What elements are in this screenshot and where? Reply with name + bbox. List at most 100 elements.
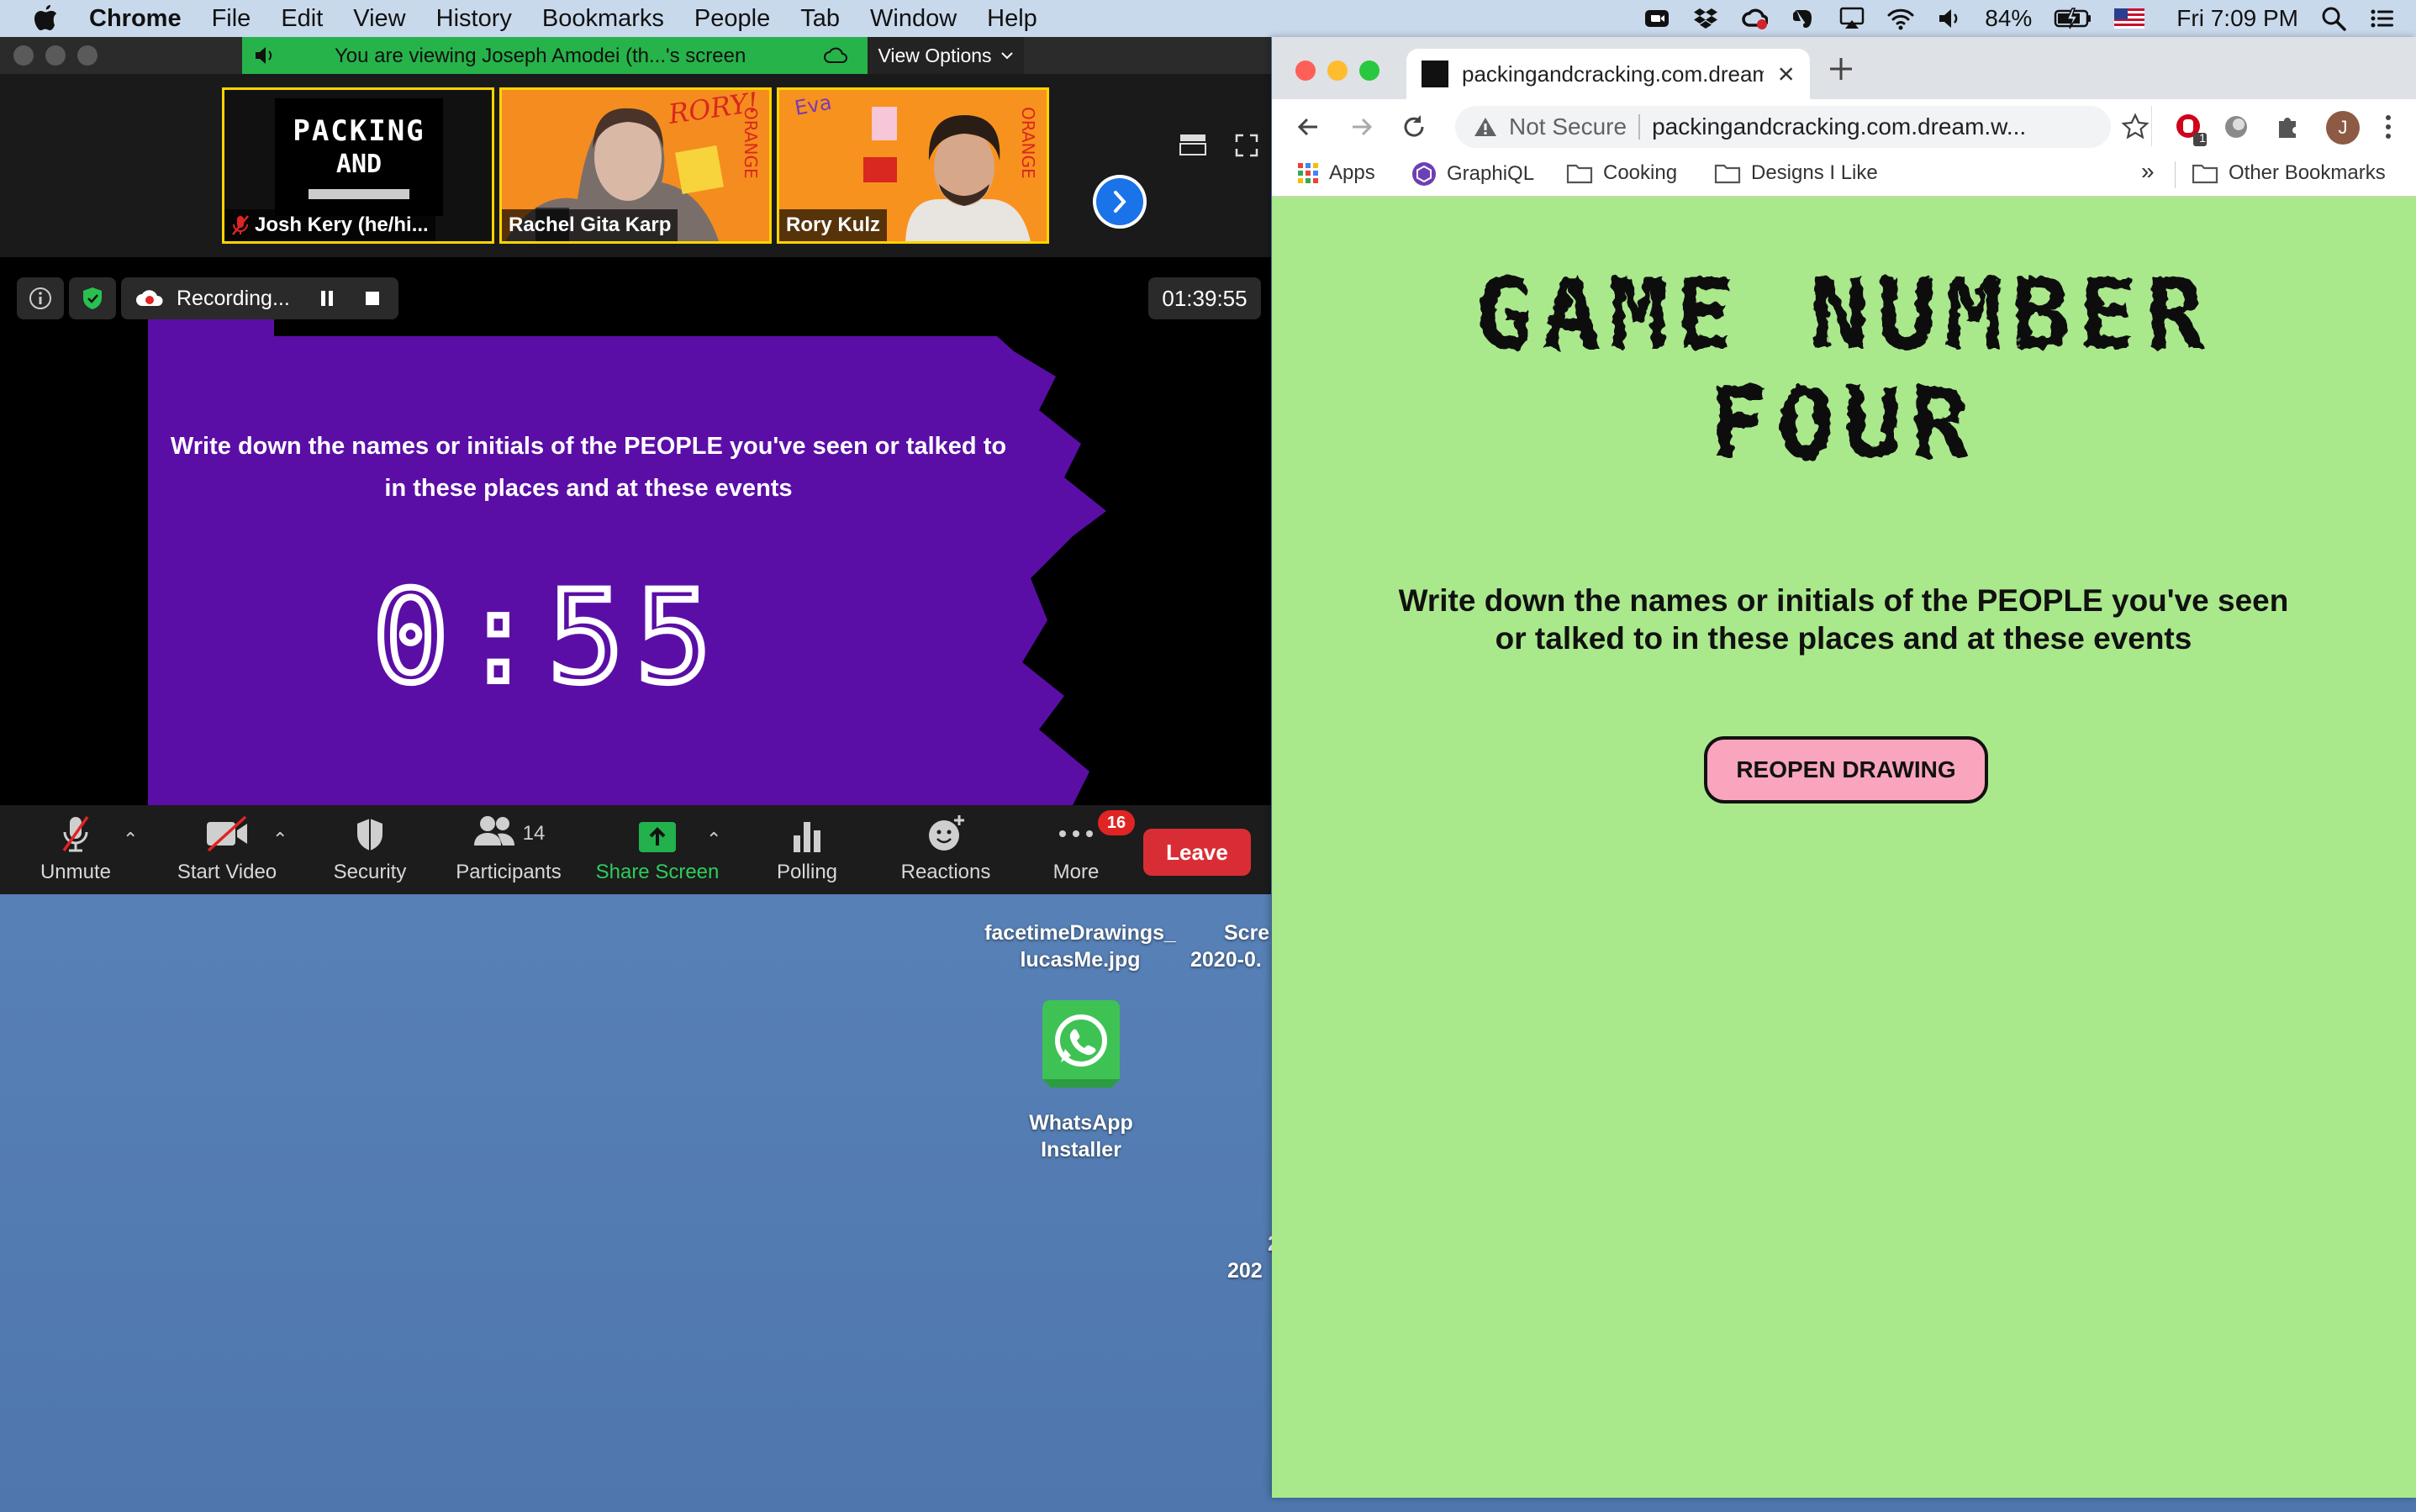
packing-and-cracking-logo: PACKING AND [275, 98, 443, 216]
address-bar[interactable]: Not Secure packingandcracking.com.dream.… [1455, 106, 2111, 148]
warning-triangle-icon [1474, 118, 1496, 136]
stop-recording-icon[interactable] [364, 290, 381, 307]
us-flag-icon[interactable] [2114, 8, 2145, 29]
pause-recording-icon[interactable] [319, 289, 335, 308]
menu-window[interactable]: Window [870, 5, 957, 33]
apple-menu-icon[interactable] [34, 3, 59, 34]
speaker-icon [256, 47, 272, 64]
tab-title: packingandcracking.com.dream [1462, 61, 1764, 87]
desktop-file-partial[interactable]: 2 202 [1227, 1230, 1279, 1284]
recording-controls: Recording... [17, 277, 398, 319]
apps-grid-icon [1298, 163, 1318, 183]
audio-options-chevron-icon[interactable]: ⌃ [123, 829, 138, 851]
menu-history[interactable]: History [436, 5, 512, 33]
menu-edit[interactable]: Edit [281, 5, 323, 33]
desktop-file-screenshot[interactable]: Scre 2020-0. [1187, 919, 1271, 973]
close-tab-icon[interactable] [1777, 65, 1795, 83]
dropbox-icon[interactable] [1692, 5, 1719, 32]
browser-tab-active[interactable]: packingandcracking.com.dream [1406, 49, 1810, 99]
encryption-shield-button[interactable] [69, 277, 116, 319]
cloud-recording-icon [824, 47, 847, 63]
bookmark-folder-cooking[interactable]: Cooking [1566, 161, 1677, 185]
menu-people[interactable]: People [694, 5, 770, 33]
creative-cloud-icon[interactable] [1741, 5, 1769, 32]
chrome-tab-strip: packingandcracking.com.dream [1272, 37, 2416, 99]
video-options-chevron-icon[interactable]: ⌃ [272, 829, 287, 851]
reload-icon[interactable] [1400, 113, 1428, 141]
polling-label: Polling [776, 861, 838, 883]
next-participants-button[interactable] [1093, 175, 1147, 229]
fullscreen-icon[interactable] [1234, 133, 1259, 158]
desktop-file-label-line1: WhatsApp [1029, 1111, 1133, 1135]
game-title-heading: GAME NUMBER FOUR [1474, 258, 2204, 474]
desktop-file-label-line1: 2 [1227, 1230, 1279, 1257]
forward-arrow-icon[interactable] [1348, 113, 1376, 141]
desktop-file-whatsapp-installer[interactable]: WhatsApp Installer [997, 1109, 1165, 1163]
polling-chart-icon [794, 822, 820, 852]
zoom-status-icon[interactable] [1643, 5, 1670, 32]
window-close-button[interactable] [13, 45, 34, 66]
participant-video-rory[interactable]: Eva ORANGE Rory Kulz [777, 87, 1049, 244]
security-label: Security [333, 861, 407, 883]
menu-app-chrome[interactable]: Chrome [89, 5, 182, 33]
bookmark-apps[interactable]: Apps [1297, 161, 1375, 185]
leave-meeting-button[interactable]: Leave [1143, 829, 1251, 876]
clock[interactable]: Fri 7:09 PM [2176, 5, 2298, 32]
menu-file[interactable]: File [212, 5, 251, 33]
profile-avatar[interactable]: J [2326, 111, 2360, 145]
window-minimize-button[interactable] [45, 45, 66, 66]
not-secure-label: Not Secure [1509, 113, 1627, 140]
security-button[interactable]: Security [319, 805, 420, 894]
chrome-menu-kebab-icon[interactable] [2382, 113, 2395, 141]
meeting-info-button[interactable] [17, 277, 64, 319]
window-zoom-button[interactable] [1359, 61, 1379, 81]
bookmark-other-bookmarks[interactable]: Other Bookmarks [2192, 161, 2386, 185]
gallery-layout-icon[interactable] [1179, 133, 1207, 156]
notification-center-icon[interactable] [2369, 5, 2396, 32]
evernote-icon[interactable] [1790, 5, 1817, 32]
participant-video-rachel[interactable]: RORY! ORANGE Rachel Gita Karp [499, 87, 772, 244]
spotlight-search-icon[interactable] [2320, 5, 2347, 32]
back-arrow-icon[interactable] [1294, 113, 1322, 141]
bookmark-folder-designs[interactable]: Designs I Like [1714, 161, 1878, 185]
extensions-puzzle-icon[interactable] [2274, 113, 2303, 141]
polling-button[interactable]: Polling [757, 805, 857, 894]
view-options-label: View Options [878, 44, 992, 66]
window-minimize-button[interactable] [1327, 61, 1348, 81]
volume-icon[interactable] [1936, 5, 1963, 32]
window-close-button[interactable] [1295, 61, 1316, 81]
new-tab-button[interactable] [1827, 54, 1855, 92]
share-options-chevron-icon[interactable]: ⌃ [706, 829, 721, 851]
battery-charging-icon[interactable] [2054, 5, 2092, 32]
menu-bookmarks[interactable]: Bookmarks [542, 5, 664, 33]
menu-tab[interactable]: Tab [800, 5, 840, 33]
desktop-file-facetime-drawings[interactable]: facetimeDrawings_ lucasMe.jpg [967, 919, 1194, 973]
graphiql-icon [1412, 162, 1436, 186]
menu-help[interactable]: Help [987, 5, 1037, 33]
shield-check-icon [83, 287, 102, 309]
airplay-icon[interactable] [1838, 5, 1865, 32]
url-separator [1638, 114, 1641, 140]
bookmark-star-icon[interactable] [2121, 113, 2150, 141]
wifi-icon[interactable] [1887, 5, 1914, 32]
view-options-button[interactable]: View Options [868, 37, 1024, 74]
unmute-button[interactable]: Unmute [25, 805, 126, 894]
battery-percentage: 84% [1985, 5, 2033, 31]
start-video-button[interactable]: Start Video [168, 805, 286, 894]
extension-circle-icon[interactable] [2222, 113, 2250, 141]
window-zoom-button[interactable] [77, 45, 98, 66]
participants-button[interactable]: 14 Participants [446, 805, 572, 894]
reopen-drawing-button[interactable]: REOPEN DRAWING [1704, 736, 1988, 803]
more-label: More [1052, 861, 1100, 883]
shared-screen-area: Write down the names or initials of the … [0, 257, 1271, 805]
page-instruction-text: Write down the names or initials of the … [1398, 583, 2289, 656]
participant-video-josh[interactable]: PACKING AND Josh Kery (he/hi... [222, 87, 494, 244]
bookmark-graphiql[interactable]: GraphiQL [1411, 161, 1534, 187]
game-title-line2: FOUR [1709, 367, 1977, 474]
reactions-button[interactable]: Reactions [891, 805, 1000, 894]
url-text: packingandcracking.com.dream.w... [1652, 113, 2027, 140]
whatsapp-installer-icon[interactable] [1037, 997, 1125, 1091]
bookmarks-overflow-chevron[interactable]: » [2141, 158, 2155, 185]
menu-view[interactable]: View [353, 5, 405, 33]
zoom-titlebar: You are viewing Joseph Amodei (th...'s s… [0, 37, 1271, 74]
